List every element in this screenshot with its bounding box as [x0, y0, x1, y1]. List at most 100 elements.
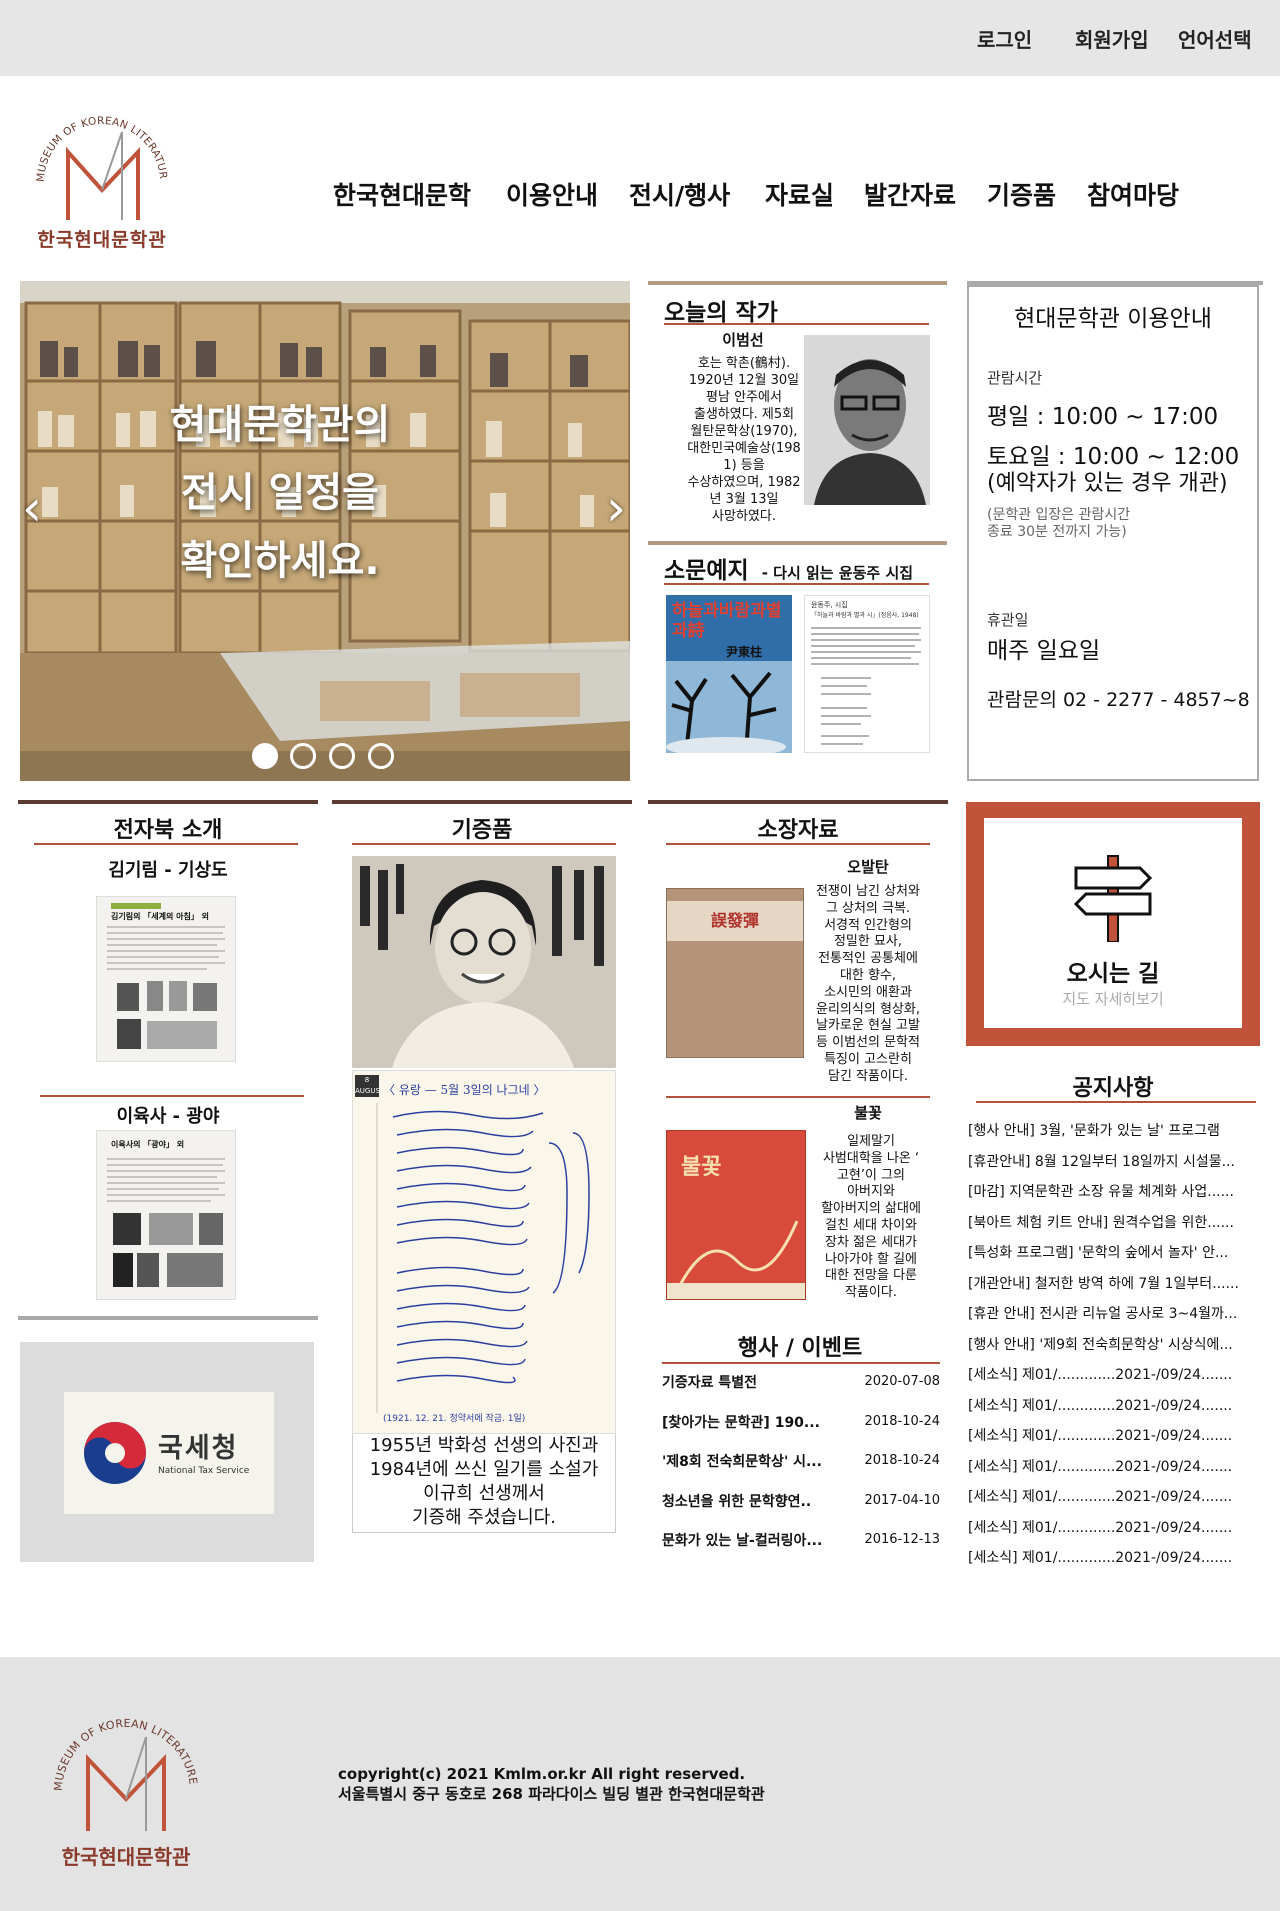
notice-item[interactable]: [세소식] 제01/.............2021-/09/24......… — [968, 1482, 1260, 1513]
author-bio-line: 수상하였으며, 1982 — [687, 475, 801, 490]
notice-item[interactable]: [행사 안내] 3월, '문화가 있는 날' 프로그램 — [968, 1116, 1260, 1147]
diary-page-image: 8 AUGUST 〈 유랑 — 5월 3일의 나그네 〉 (1921. 12. … — [352, 1070, 616, 1434]
notice-item[interactable]: [세소식] 제01/.............2021-/09/24......… — [968, 1543, 1260, 1574]
panel-bottom-rule — [18, 1316, 318, 1320]
notice-item[interactable]: [세소식] 제01/.............2021-/09/24......… — [968, 1452, 1260, 1483]
notice-item[interactable]: [특성화 프로그램] '문학의 숲에서 놀자' 안... — [968, 1238, 1260, 1269]
description-line: 대한 향수, — [839, 967, 897, 983]
collection-item-1-cover[interactable]: 誤發彈 — [666, 888, 804, 1058]
notice-item[interactable]: [휴관 안내] 전시관 리뉴얼 공사로 3~4월까... — [968, 1299, 1260, 1330]
logo-emblem-icon: MUSEUM OF KOREAN LITERATURE — [23, 103, 169, 220]
notice-item[interactable]: [마감] 지역문학관 소장 유물 체계화 사업...... — [968, 1177, 1260, 1208]
slider-dot-3[interactable] — [329, 743, 355, 769]
map-details-link[interactable]: 지도 자세히보기 — [984, 988, 1242, 1009]
panel-top-rule — [18, 800, 318, 804]
nav-usage-guide[interactable]: 이용안내 — [506, 176, 598, 212]
language-select-link[interactable]: 언어선택 — [1178, 24, 1252, 53]
notice-item[interactable]: [세소식] 제01/.............2021-/09/24......… — [968, 1391, 1260, 1422]
ebook-page-title: 김기림의 「세계의 아침」 외 — [111, 912, 209, 921]
ebook-item-2-thumbnail[interactable]: 이육사의 「광야」 외 — [96, 1130, 236, 1300]
site-logo[interactable]: MUSEUM OF KOREAN LITERATURE 한국현대문학관 — [23, 103, 178, 252]
book-cover-image: 하늘과바람과별과詩 尹東柱 — [666, 595, 792, 753]
signup-link[interactable]: 회원가입 — [1075, 24, 1149, 53]
event-row[interactable]: '제8회 전숙희문학상' 시... 2018-10-24 — [662, 1451, 940, 1491]
event-row[interactable]: 청소년을 위한 문학향연.. 2017-04-10 — [662, 1491, 940, 1530]
ebook-item-1-thumbnail[interactable]: 김기림의 「세계의 아침」 외 — [96, 896, 236, 1062]
directions-title: 오시는 길 — [1066, 961, 1160, 987]
nav-publications[interactable]: 발간자료 — [864, 176, 956, 212]
logo-arc-text: MUSEUM OF KOREAN LITERATURE — [23, 103, 169, 182]
taegeuk-logo-icon — [84, 1422, 146, 1484]
event-name[interactable]: 청소년을 위한 문학향연.. — [662, 1491, 811, 1511]
collection-item-2-name[interactable]: 불꽃 — [804, 1102, 932, 1123]
panel-top-rule — [648, 541, 947, 545]
handwriting-lines — [376, 1103, 590, 1413]
nav-archive[interactable]: 자료실 — [765, 176, 834, 212]
donation-caption-line: 이규희 선생께서 — [423, 1483, 545, 1504]
author-bio: 호는 학촌(鶴村). 1920년 12월 30일 평남 안주에서 출생하였다. … — [672, 355, 816, 525]
nav-participation[interactable]: 참여마당 — [1087, 176, 1179, 212]
author-bio-line: 대한민국예술상(198 — [687, 441, 801, 456]
slider-dot-2[interactable] — [290, 743, 316, 769]
event-name[interactable]: 기증자료 특별전 — [662, 1372, 757, 1392]
directions-card-inner: 오시는 길 지도 자세히보기 — [984, 818, 1242, 1028]
nts-banner-card: 국세청 National Tax Service — [64, 1392, 274, 1514]
event-name[interactable]: [찾아가는 문학관] 190... — [662, 1412, 820, 1432]
hours-label: 관람시간 — [987, 369, 1043, 387]
todays-author-panel: 오늘의 작가 이범선 호는 학촌(鶴村). 1920년 12월 30일 평남 안… — [648, 281, 947, 535]
hero-slider[interactable]: 현대문학관의 전시 일정을 확인하세요. ‹ › — [20, 281, 630, 781]
description-line: 일제말기 — [847, 1134, 895, 1149]
event-name[interactable]: 문화가 있는 날-컬러링아... — [662, 1530, 822, 1550]
event-row[interactable]: 문화가 있는 날-컬러링아... 2016-12-13 — [662, 1530, 940, 1570]
section-divider — [40, 1095, 304, 1097]
notice-item[interactable]: [북아트 체험 키트 안내] 원격수업을 위한...... — [968, 1208, 1260, 1239]
donation-caption-line: 기증해 주셨습니다. — [412, 1507, 556, 1528]
notices-title: 공지사항 — [1072, 1076, 1154, 1101]
nav-donations[interactable]: 기증품 — [987, 176, 1056, 212]
notice-item[interactable]: [세소식] 제01/.............2021-/09/24......… — [968, 1513, 1260, 1544]
ebook-item-1-label[interactable]: 김기림 - 기상도 — [18, 856, 318, 882]
slider-dot-4[interactable] — [368, 743, 394, 769]
collection-item-1-name[interactable]: 오발탄 — [804, 856, 932, 877]
featured-publication-panel[interactable]: 소문예지 - 다시 읽는 윤동주 시집 하늘과바람과별과詩 尹東柱 윤동주, 시… — [648, 541, 947, 781]
nts-name: 국세청 — [158, 1433, 239, 1464]
notice-item[interactable]: [개관안내] 철저한 방역 하에 7월 1일부터...... — [968, 1269, 1260, 1300]
slider-dot-1[interactable] — [252, 743, 278, 769]
page-tag — [111, 903, 161, 909]
event-row[interactable]: [찾아가는 문학관] 190... 2018-10-24 — [662, 1412, 940, 1451]
author-bio-line: 사망하였다. — [712, 509, 776, 524]
author-portrait-image — [804, 335, 930, 505]
title-underline — [34, 843, 298, 845]
notice-item[interactable]: [세소식] 제01/.............2021-/09/24......… — [968, 1421, 1260, 1452]
slider-next-arrow-icon[interactable]: › — [606, 479, 626, 537]
event-date: 2018-10-24 — [864, 1414, 940, 1429]
book-page-heading: 윤동주, 시집 — [811, 601, 848, 609]
directions-card[interactable]: 오시는 길 지도 자세히보기 — [966, 802, 1260, 1046]
notice-item[interactable]: [세소식] 제01/.............2021-/09/24......… — [968, 1360, 1260, 1391]
notice-item[interactable]: [행사 안내] '제9회 전숙희문학상' 시상식에... — [968, 1330, 1260, 1361]
cover-illustration — [667, 1220, 805, 1299]
nav-korean-modern-literature[interactable]: 한국현대문학 — [333, 176, 471, 212]
description-line: 서경적 인간형의 — [824, 917, 912, 933]
description-line: 그 상처의 극복. — [825, 900, 911, 916]
title-underline — [976, 1101, 1256, 1103]
collection-item-2-cover[interactable]: 불꽃 — [666, 1130, 806, 1300]
event-row[interactable]: 기증자료 특별전 2020-07-08 — [662, 1372, 940, 1412]
notice-item[interactable]: [휴관안내] 8월 12일부터 18일까지 시설물... — [968, 1147, 1260, 1178]
slider-prev-arrow-icon[interactable]: ‹ — [22, 479, 42, 537]
title-underline — [664, 583, 929, 585]
copyright-text: copyright(c) 2021 Kmlm.or.kr All right r… — [338, 1765, 746, 1783]
nts-banner[interactable]: 국세청 National Tax Service — [20, 1342, 314, 1562]
footer-logo[interactable]: MUSEUM OF KOREAN LITERATURE 한국현대문학관 — [46, 1715, 206, 1869]
description-line: 전쟁이 남긴 상처와 — [816, 884, 920, 899]
description-line: 장차 젊은 세대가 — [825, 1234, 917, 1250]
featured-publication-title: 소문예지 — [664, 558, 749, 584]
nav-exhibitions-events[interactable]: 전시/행사 — [629, 176, 730, 212]
ebook-item-2-label[interactable]: 이육사 - 광야 — [18, 1102, 318, 1128]
login-link[interactable]: 로그인 — [977, 24, 1032, 53]
description-line: 아버지와 — [847, 1184, 895, 1200]
event-name[interactable]: '제8회 전숙희문학상' 시... — [662, 1451, 822, 1471]
description-line: 나아가야 할 길에 — [825, 1251, 917, 1267]
author-bio-line: 1) 등을 — [723, 458, 765, 473]
title-underline — [666, 843, 930, 845]
